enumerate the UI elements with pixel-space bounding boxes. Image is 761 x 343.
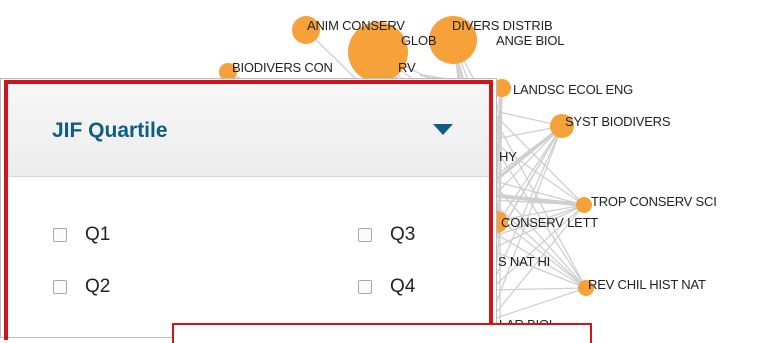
node-label-biodivers-con[interactable]: BIODIVERS CON bbox=[232, 60, 333, 75]
network-edge-38 bbox=[489, 287, 587, 321]
quartile-option-q2[interactable]: Q2 bbox=[53, 276, 110, 298]
node-label-anim-conserv[interactable]: ANIM CONSERV bbox=[307, 18, 405, 33]
node-label-ange-biol[interactable]: ANGE BIOL bbox=[496, 33, 564, 48]
q3-checkbox[interactable] bbox=[358, 228, 372, 242]
q1-checkbox[interactable] bbox=[53, 228, 67, 242]
q4-checkbox[interactable] bbox=[358, 280, 372, 294]
chevron-down-icon[interactable] bbox=[433, 124, 453, 135]
node-label-landsc-ecol-eng[interactable]: LANDSC ECOL ENG bbox=[513, 82, 633, 97]
node-label-s-nat-hi[interactable]: S NAT HI bbox=[498, 254, 550, 269]
quartile-option-q4[interactable]: Q4 bbox=[358, 276, 415, 298]
q1-label: Q1 bbox=[85, 224, 111, 245]
highlight-box-partial bbox=[172, 323, 592, 343]
node-label-rv[interactable]: RV bbox=[398, 60, 416, 75]
quartile-option-q1[interactable]: Q1 bbox=[53, 224, 110, 246]
node-label-syst-biodivers[interactable]: SYST BIODIVERS bbox=[565, 114, 671, 129]
q2-checkbox[interactable] bbox=[53, 280, 67, 294]
node-label-rev-chil-hist-nat[interactable]: REV CHIL HIST NAT bbox=[588, 277, 706, 292]
node-trop-conserv-sci[interactable] bbox=[576, 197, 592, 213]
q4-label: Q4 bbox=[390, 276, 416, 297]
quartile-options: Q1 Q2 Q3 Q4 bbox=[8, 177, 489, 337]
node-label-glob[interactable]: GLOB bbox=[401, 33, 437, 48]
jif-quartile-header[interactable]: JIF Quartile bbox=[8, 84, 489, 177]
quartile-option-q3[interactable]: Q3 bbox=[358, 224, 415, 246]
node-label-conserv-lett[interactable]: CONSERV LETT bbox=[501, 215, 599, 230]
network-edge-32 bbox=[489, 287, 587, 291]
q2-label: Q2 bbox=[85, 276, 111, 297]
q3-label: Q3 bbox=[390, 224, 416, 245]
panel-title: JIF Quartile bbox=[52, 119, 168, 142]
node-label-hy[interactable]: HY bbox=[499, 149, 517, 164]
node-label-trop-conserv-sci[interactable]: TROP CONSERV SCI bbox=[591, 194, 717, 209]
node-label-divers-distrib[interactable]: DIVERS DISTRIB bbox=[452, 18, 553, 33]
